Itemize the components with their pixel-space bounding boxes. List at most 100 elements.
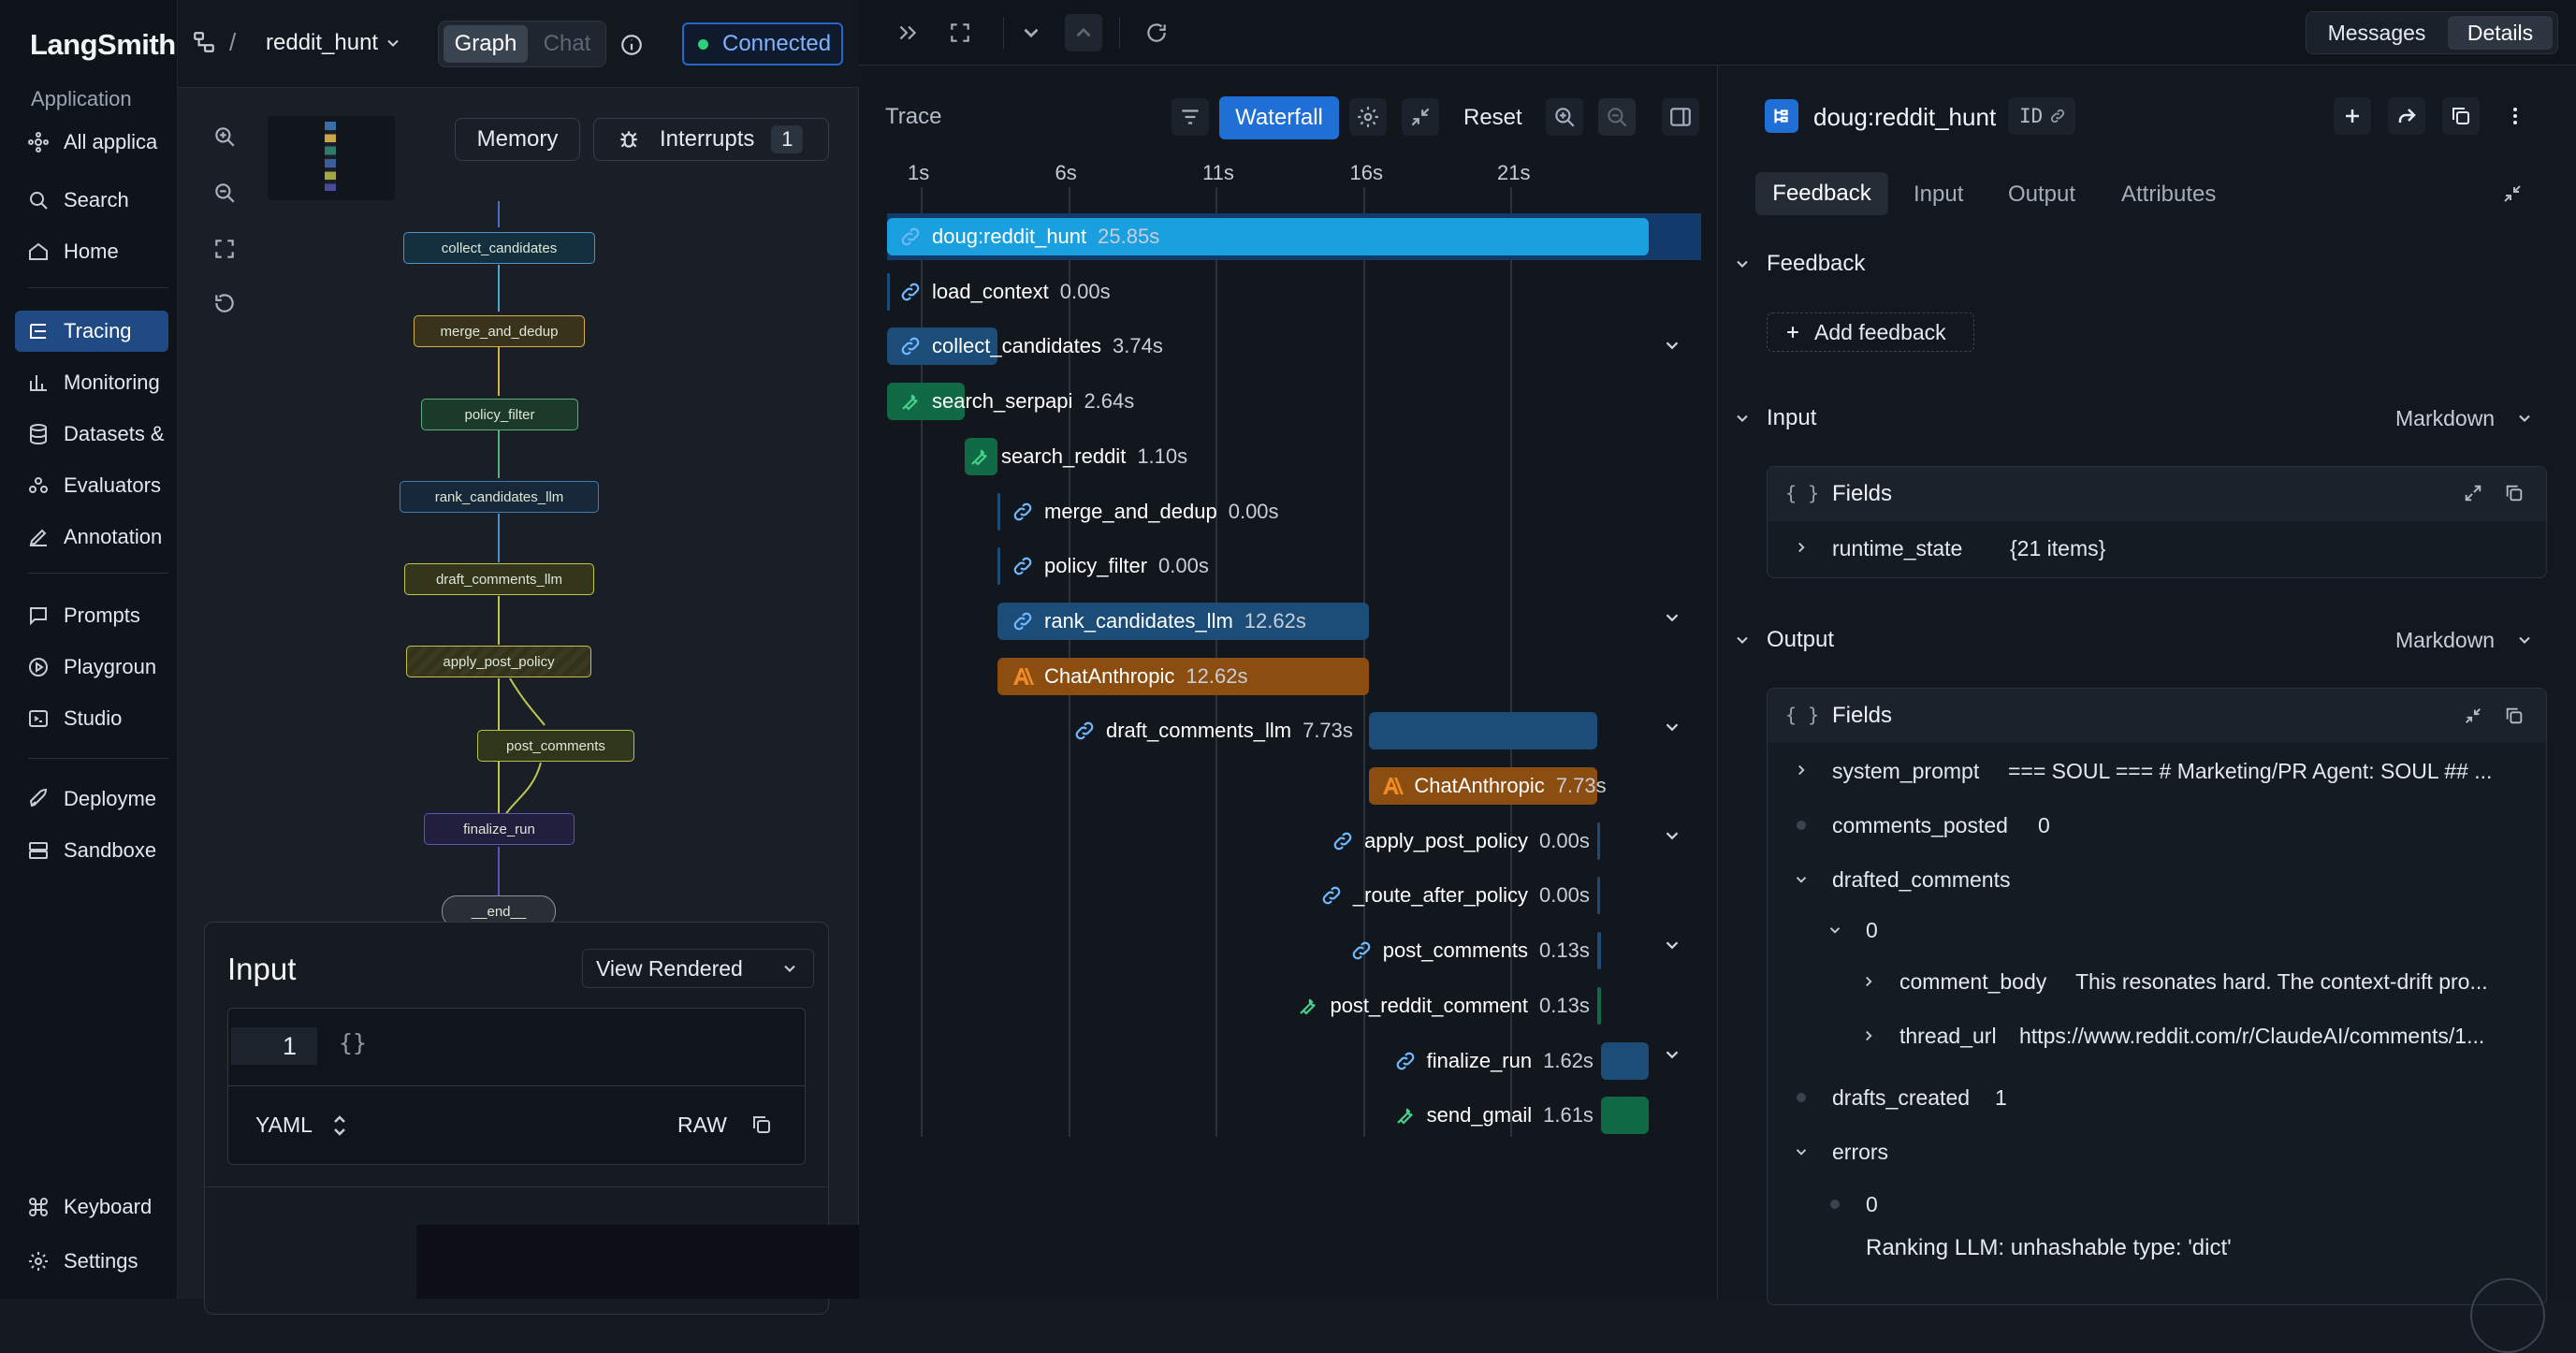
- chevron-down-icon[interactable]: [1658, 713, 1686, 741]
- nav-sandboxes[interactable]: Sandboxe: [15, 830, 168, 871]
- trace-row[interactable]: policy_filter 0.00s: [887, 543, 1701, 589]
- chevron-down-icon[interactable]: [1791, 869, 1812, 890]
- copy-icon[interactable]: [2442, 97, 2480, 135]
- expand-icon[interactable]: [889, 14, 926, 51]
- chevron-down-icon[interactable]: [1731, 253, 1754, 275]
- graph-node[interactable]: collect_candidates: [403, 232, 595, 264]
- collapse-icon[interactable]: [2498, 180, 2526, 208]
- nav-prompts[interactable]: Prompts: [15, 595, 168, 636]
- fullscreen-icon[interactable]: [941, 14, 979, 51]
- chevron-down-icon[interactable]: [1658, 331, 1686, 359]
- graph-node[interactable]: draft_comments_llm: [404, 563, 594, 595]
- nav-keyboard[interactable]: Keyboard: [15, 1186, 168, 1228]
- trace-row[interactable]: search_reddit 1.10s: [887, 433, 1701, 480]
- copy-icon[interactable]: [2502, 481, 2526, 505]
- trace-row[interactable]: post_reddit_comment 0.13s: [887, 982, 1701, 1029]
- chevron-down-icon[interactable]: [1658, 604, 1686, 632]
- trace-row[interactable]: send_gmail 1.61s: [887, 1092, 1701, 1139]
- trace-row[interactable]: post_comments 0.13s: [887, 927, 1701, 974]
- expand-icon[interactable]: [2461, 481, 2485, 505]
- info-icon[interactable]: [618, 31, 646, 59]
- nav-home[interactable]: Home: [15, 231, 168, 272]
- chevron-right-icon[interactable]: [1858, 1026, 1879, 1046]
- nav-all-applications[interactable]: All applica: [15, 122, 168, 163]
- graph-node[interactable]: rank_candidates_llm: [400, 481, 599, 513]
- zoom-out-icon[interactable]: [1598, 98, 1636, 136]
- trace-row[interactable]: draft_comments_llm 7.73s: [887, 707, 1701, 754]
- help-fab[interactable]: [2470, 1278, 2545, 1353]
- tab-feedback[interactable]: Feedback: [1755, 172, 1888, 215]
- trace-bar[interactable]: [1600, 1097, 1649, 1135]
- graph-node[interactable]: apply_post_policy: [406, 646, 591, 677]
- format-select[interactable]: YAML: [255, 1113, 313, 1138]
- nav-deployments[interactable]: Deployme: [15, 778, 168, 820]
- trace-row[interactable]: load_context 0.00s: [887, 269, 1701, 315]
- copy-id-button[interactable]: ID: [2008, 97, 2075, 135]
- view-mode-select[interactable]: View Rendered: [582, 949, 814, 988]
- tab-output[interactable]: Output: [2008, 182, 2075, 208]
- tab-input[interactable]: Input: [1914, 182, 1963, 208]
- trace-bar[interactable]: [997, 547, 1000, 586]
- chevron-right-icon[interactable]: [1791, 760, 1812, 780]
- trace-row[interactable]: collect_candidates 3.74s: [887, 323, 1701, 370]
- trace-row[interactable]: ChatAnthropic 7.73s: [887, 763, 1701, 809]
- graph-node[interactable]: policy_filter: [421, 399, 578, 430]
- trace-row[interactable]: rank_candidates_llm 12.62s: [887, 598, 1701, 645]
- raw-toggle[interactable]: RAW: [677, 1113, 727, 1138]
- collapse-icon[interactable]: [2461, 704, 2485, 728]
- tab-attributes[interactable]: Attributes: [2121, 182, 2216, 208]
- trace-bar[interactable]: [1596, 986, 1601, 1025]
- trace-bar[interactable]: [997, 492, 1000, 531]
- interrupts-button[interactable]: Interrupts 1: [593, 118, 829, 161]
- nav-search[interactable]: Search: [15, 180, 168, 221]
- chevron-down-icon[interactable]: [1658, 1040, 1686, 1069]
- trace-bar[interactable]: [1596, 822, 1600, 860]
- trace-row[interactable]: finalize_run 1.62s: [887, 1038, 1701, 1084]
- nav-settings[interactable]: Settings: [15, 1241, 168, 1282]
- graph-icon[interactable]: [190, 28, 218, 56]
- chevron-down-icon[interactable]: [1658, 822, 1686, 850]
- project-selector[interactable]: reddit_hunt: [266, 30, 378, 56]
- zoom-out-icon[interactable]: [208, 176, 241, 210]
- chevron-down-icon[interactable]: [1791, 1142, 1812, 1162]
- nav-playground[interactable]: Playgroun: [15, 647, 168, 688]
- tab-chat[interactable]: Chat: [533, 25, 601, 63]
- copy-icon[interactable]: [2502, 704, 2526, 728]
- tab-graph[interactable]: Graph: [444, 25, 528, 63]
- collapse-icon[interactable]: [1402, 98, 1439, 136]
- trace-bar[interactable]: [1596, 877, 1600, 915]
- zoom-in-icon[interactable]: [1546, 98, 1583, 136]
- chevron-down-icon[interactable]: [2513, 629, 2536, 651]
- nav-datasets[interactable]: Datasets &: [15, 414, 168, 455]
- chevron-up-icon[interactable]: [1065, 14, 1102, 51]
- trace-bar[interactable]: [1600, 1041, 1649, 1080]
- memory-button[interactable]: Memory: [455, 118, 580, 161]
- chevron-right-icon[interactable]: [1858, 971, 1879, 992]
- filter-icon[interactable]: [1172, 98, 1209, 136]
- share-icon[interactable]: [2388, 97, 2425, 135]
- graph-node[interactable]: post_comments: [477, 730, 634, 762]
- graph-node[interactable]: finalize_run: [424, 813, 575, 845]
- sidebar-toggle-icon[interactable]: [1662, 98, 1699, 136]
- nav-evaluators[interactable]: Evaluators: [15, 465, 168, 506]
- trace-row[interactable]: _route_after_policy 0.00s: [887, 872, 1701, 919]
- chevron-down-icon[interactable]: [1825, 920, 1845, 940]
- chevron-down-icon[interactable]: [382, 32, 404, 54]
- waterfall-toggle[interactable]: Waterfall: [1219, 96, 1339, 139]
- trace-bar[interactable]: [887, 272, 890, 311]
- trace-row[interactable]: merge_and_dedup 0.00s: [887, 488, 1701, 535]
- more-icon[interactable]: [2496, 97, 2534, 135]
- chevron-down-icon[interactable]: [1658, 931, 1686, 959]
- nav-monitoring[interactable]: Monitoring: [15, 362, 168, 403]
- trace-row[interactable]: ChatAnthropic 12.62s: [887, 653, 1701, 700]
- copy-icon[interactable]: [749, 1112, 775, 1138]
- trace-bar[interactable]: [1596, 932, 1601, 970]
- nav-annotation[interactable]: Annotation: [15, 516, 168, 558]
- fit-view-icon[interactable]: [208, 232, 241, 266]
- chevron-down-icon[interactable]: [1731, 629, 1754, 651]
- reset-view-icon[interactable]: [208, 286, 241, 320]
- chevron-down-icon[interactable]: [1731, 407, 1754, 429]
- graph-node[interactable]: merge_and_dedup: [414, 315, 585, 347]
- nav-tracing[interactable]: Tracing: [15, 311, 168, 352]
- tab-messages[interactable]: Messages: [2311, 16, 2442, 50]
